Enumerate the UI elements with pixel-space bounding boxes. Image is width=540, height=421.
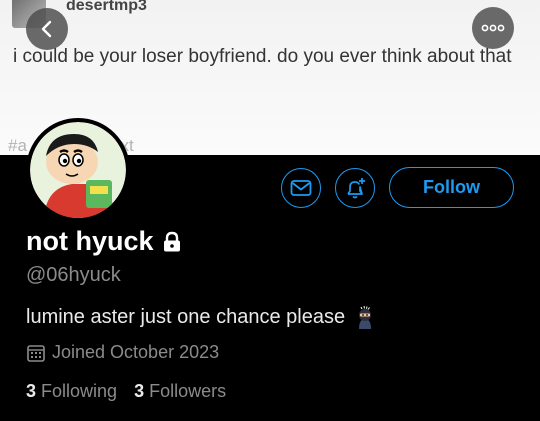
followers-link[interactable]: 3 Followers <box>134 381 226 401</box>
display-name: not hyuck <box>26 226 154 256</box>
banner-post-username: desertmp3 <box>66 0 147 14</box>
envelope-icon <box>290 180 312 196</box>
follow-stats: 3 Following 3 Followers <box>26 381 238 402</box>
bio-text: lumine aster just one chance please <box>26 305 346 328</box>
followers-count: 3 <box>134 381 145 401</box>
bio: lumine aster just one chance please <box>26 305 377 329</box>
ninja-emoji-icon <box>359 305 372 329</box>
message-button[interactable] <box>281 168 321 208</box>
lock-icon <box>163 231 180 251</box>
calendar-icon <box>27 344 45 362</box>
profile-avatar[interactable] <box>26 118 130 222</box>
bell-plus-icon <box>347 178 365 199</box>
joined-text: Joined October 2023 <box>52 342 220 362</box>
more-options-button[interactable] <box>472 7 514 49</box>
follow-button[interactable]: Follow <box>389 167 514 208</box>
banner-post-text: i could be your loser boyfriend. do you … <box>13 46 512 67</box>
notification-button[interactable] <box>335 168 375 208</box>
ellipsis-icon <box>481 24 505 32</box>
banner-tag-left: #a <box>8 136 27 155</box>
back-button[interactable] <box>26 8 68 50</box>
following-link[interactable]: 3 Following <box>26 381 117 401</box>
chevron-left-icon <box>41 20 52 38</box>
display-name-row: not hyuck <box>26 226 182 257</box>
joined-date: Joined October 2023 <box>26 342 219 363</box>
avatar-illustration <box>30 122 126 218</box>
user-handle: @06hyuck <box>26 264 121 286</box>
followers-label: Followers <box>149 381 227 401</box>
following-count: 3 <box>26 381 37 401</box>
following-label: Following <box>41 381 118 401</box>
